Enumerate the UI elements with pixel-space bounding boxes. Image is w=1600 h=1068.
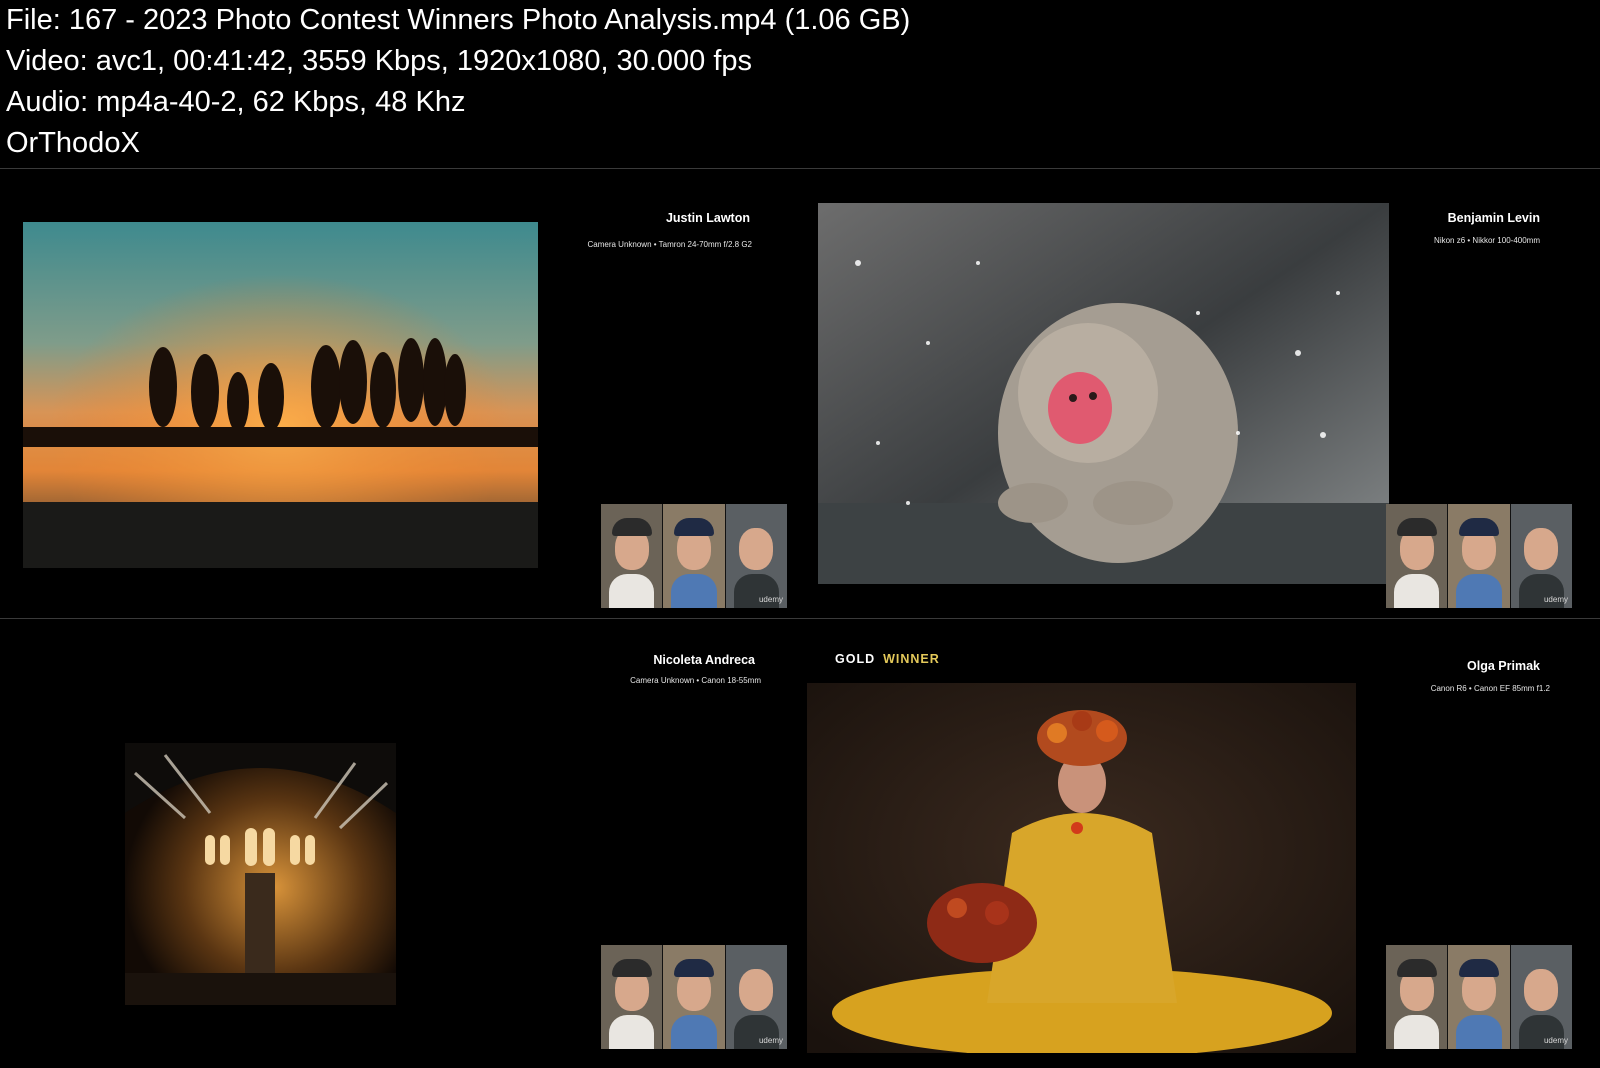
webcam-overlay: udemy bbox=[601, 504, 787, 608]
webcam-overlay: udemy bbox=[1386, 945, 1572, 1049]
photographer-name: Olga Primak bbox=[1467, 659, 1540, 673]
video-info-line: Video: avc1, 00:41:42, 3559 Kbps, 1920x1… bbox=[6, 45, 752, 77]
udemy-watermark: udemy bbox=[1543, 1036, 1568, 1045]
row-divider bbox=[0, 618, 1600, 619]
host-2-cam bbox=[663, 945, 725, 1049]
gear-info: Canon R6 • Canon EF 85mm f1.2 bbox=[1430, 684, 1550, 693]
host-3-cam: udemy bbox=[1510, 504, 1572, 608]
webcam-overlay: udemy bbox=[1386, 504, 1572, 608]
award-label: GOLD WINNER bbox=[835, 652, 940, 666]
frame-thumbnail-1[interactable]: Justin Lawton Camera Unknown • Tamron 24… bbox=[0, 169, 800, 618]
udemy-watermark: udemy bbox=[758, 1036, 783, 1045]
frame-thumbnail-4[interactable]: GOLD WINNER Olga Primak Canon R6 • Canon … bbox=[800, 619, 1600, 1068]
host-3-cam: udemy bbox=[725, 945, 787, 1049]
cathedral-hall-photo bbox=[125, 743, 396, 1005]
sunrise-trees-photo bbox=[23, 222, 538, 568]
frame-thumbnail-2[interactable]: Benjamin Levin Nikon z6 • Nikkor 100-400… bbox=[800, 169, 1600, 618]
file-info-header: File: 167 - 2023 Photo Contest Winners P… bbox=[0, 0, 1600, 169]
file-name-line: File: 167 - 2023 Photo Contest Winners P… bbox=[6, 4, 911, 36]
gear-info: Camera Unknown • Canon 18-55mm bbox=[630, 676, 761, 685]
photographer-name: Nicoleta Andreca bbox=[653, 653, 755, 667]
host-2-cam bbox=[1448, 504, 1510, 608]
host-3-cam: udemy bbox=[725, 504, 787, 608]
host-1-cam bbox=[1386, 945, 1448, 1049]
award-suffix: WINNER bbox=[883, 652, 940, 666]
host-3-cam: udemy bbox=[1510, 945, 1572, 1049]
audio-info-line: Audio: mp4a-40-2, 62 Kbps, 48 Khz bbox=[6, 86, 466, 118]
photographer-name: Justin Lawton bbox=[665, 211, 750, 225]
host-1-cam bbox=[601, 945, 663, 1049]
host-1-cam bbox=[1386, 504, 1448, 608]
udemy-watermark: udemy bbox=[1543, 595, 1568, 604]
udemy-watermark: udemy bbox=[758, 595, 783, 604]
gear-info: Camera Unknown • Tamron 24-70mm f/2.8 G2 bbox=[587, 240, 753, 249]
host-2-cam bbox=[663, 504, 725, 608]
host-2-cam bbox=[1448, 945, 1510, 1049]
webcam-overlay: udemy bbox=[601, 945, 787, 1049]
award-prefix: GOLD bbox=[835, 652, 876, 666]
host-1-cam bbox=[601, 504, 663, 608]
photographer-name: Benjamin Levin bbox=[1447, 211, 1540, 225]
woman-yellow-dress-photo bbox=[807, 683, 1356, 1053]
frame-thumbnail-3[interactable]: Nicoleta Andreca Camera Unknown • Canon … bbox=[0, 619, 800, 1068]
thumbnail-grid: Justin Lawton Camera Unknown • Tamron 24… bbox=[0, 169, 1600, 1068]
gear-info: Nikon z6 • Nikkor 100-400mm bbox=[1434, 236, 1540, 245]
snow-monkey-photo bbox=[818, 203, 1389, 584]
credit-line: OrThodoX bbox=[6, 127, 140, 159]
